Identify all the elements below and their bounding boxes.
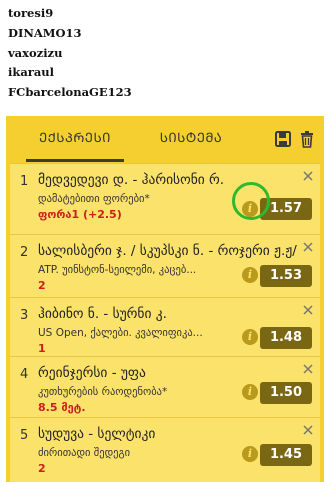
highlight-circle xyxy=(232,182,270,220)
bet-item: 4 რეინჯერსი - უფა კუთხურების რაოდენობა* … xyxy=(10,356,320,417)
close-icon[interactable] xyxy=(302,363,314,375)
bet-pick: 1 xyxy=(38,342,46,355)
bet-market: ATP. უინსტონ-სეილემი, კაცებ... xyxy=(38,264,197,276)
bet-event-title: ჰიბინო ნ. - სურნი კ. xyxy=(38,306,167,322)
username: DINAMO13 xyxy=(8,25,82,40)
bet-pick: 2 xyxy=(38,279,46,292)
tab-system[interactable]: ᲡᲘᲡᲢᲔᲛᲐ xyxy=(146,116,236,162)
bet-market: დამატებითი ფორები* xyxy=(38,193,150,205)
close-icon[interactable] xyxy=(302,304,314,316)
info-icon[interactable]: i xyxy=(242,384,258,400)
tab-single[interactable]: ᲔᲥᲡᲞᲠᲔᲡᲘ xyxy=(20,116,130,162)
bet-index: 4 xyxy=(20,367,29,382)
info-icon[interactable]: i xyxy=(242,267,258,283)
bet-pick: ფორა1 (+2.5) xyxy=(38,208,122,221)
username: vaxozizu xyxy=(8,45,63,60)
close-icon[interactable] xyxy=(302,241,314,253)
bet-slip-tabs: ᲔᲥᲡᲞᲠᲔᲡᲘ ᲡᲘᲡᲢᲔᲛᲐ xyxy=(6,116,324,162)
bet-market: US Open, ქალები. კვალიფიკა... xyxy=(38,327,203,339)
bet-index: 3 xyxy=(20,308,29,323)
username-list: toresi9 DINAMO13 vaxozizu ikaraul FCbarc… xyxy=(8,4,308,103)
info-icon[interactable]: i xyxy=(242,329,258,345)
odds-button[interactable]: 1.53 xyxy=(260,265,312,287)
save-icon[interactable] xyxy=(274,130,292,148)
username: FCbarcelonaGE123 xyxy=(8,85,132,100)
odds-button[interactable]: 1.48 xyxy=(260,327,312,349)
close-icon[interactable] xyxy=(302,424,314,436)
bet-index: 5 xyxy=(20,428,29,443)
bet-item: 1 მედვედევი დ. - ჰარისონი რ. დამატებითი … xyxy=(10,163,320,234)
bet-index: 1 xyxy=(20,174,29,189)
bet-slip: ᲔᲥᲡᲞᲠᲔᲡᲘ ᲡᲘᲡᲢᲔᲛᲐ 1 მედვედევი დ. - ჰარისო… xyxy=(6,116,324,482)
bet-item: 3 ჰიბინო ნ. - სურნი კ. US Open, ქალები. … xyxy=(10,297,320,356)
trash-icon[interactable] xyxy=(298,130,316,148)
odds-button[interactable]: 1.50 xyxy=(260,382,312,404)
bet-market: კუთხურების რაოდენობა* xyxy=(38,386,168,398)
close-icon[interactable] xyxy=(302,170,314,182)
bet-event-title: რეინჯერსი - უფა xyxy=(38,365,146,381)
bet-item: 5 სუდუვა - სელტიკი ძირითადი შედეგი 2 i 1… xyxy=(10,417,320,482)
username: toresi9 xyxy=(8,6,54,20)
bet-pick: 8.5 მეტ. xyxy=(38,401,86,414)
username: ikaraul xyxy=(8,65,55,80)
bet-item: 2 სალისბერი ჯ. / სკუპსკი ნ. - როჯერი ჟ.ჟ… xyxy=(10,234,320,297)
bet-index: 2 xyxy=(20,245,29,260)
odds-button[interactable]: 1.45 xyxy=(260,444,312,466)
bet-event-title: სუდუვა - სელტიკი xyxy=(38,426,156,442)
bet-market: ძირითადი შედეგი xyxy=(38,447,131,459)
bet-pick: 2 xyxy=(38,462,46,475)
bet-event-title: სალისბერი ჯ. / სკუპსკი ნ. - როჯერი ჟ.ჟ/.… xyxy=(38,243,298,259)
info-icon[interactable]: i xyxy=(242,446,258,462)
